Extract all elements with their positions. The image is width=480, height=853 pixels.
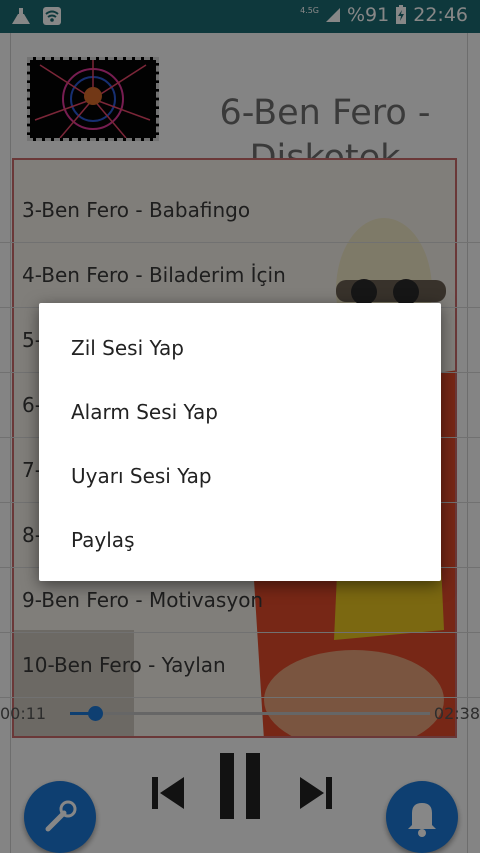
set-ringtone-option[interactable]: Zil Sesi Yap: [39, 316, 441, 380]
share-option[interactable]: Paylaş: [39, 508, 441, 572]
ringtone-options-dialog: Zil Sesi Yap Alarm Sesi Yap Uyarı Sesi Y…: [39, 303, 441, 581]
set-alarm-option[interactable]: Alarm Sesi Yap: [39, 380, 441, 444]
set-notification-sound-option[interactable]: Uyarı Sesi Yap: [39, 444, 441, 508]
